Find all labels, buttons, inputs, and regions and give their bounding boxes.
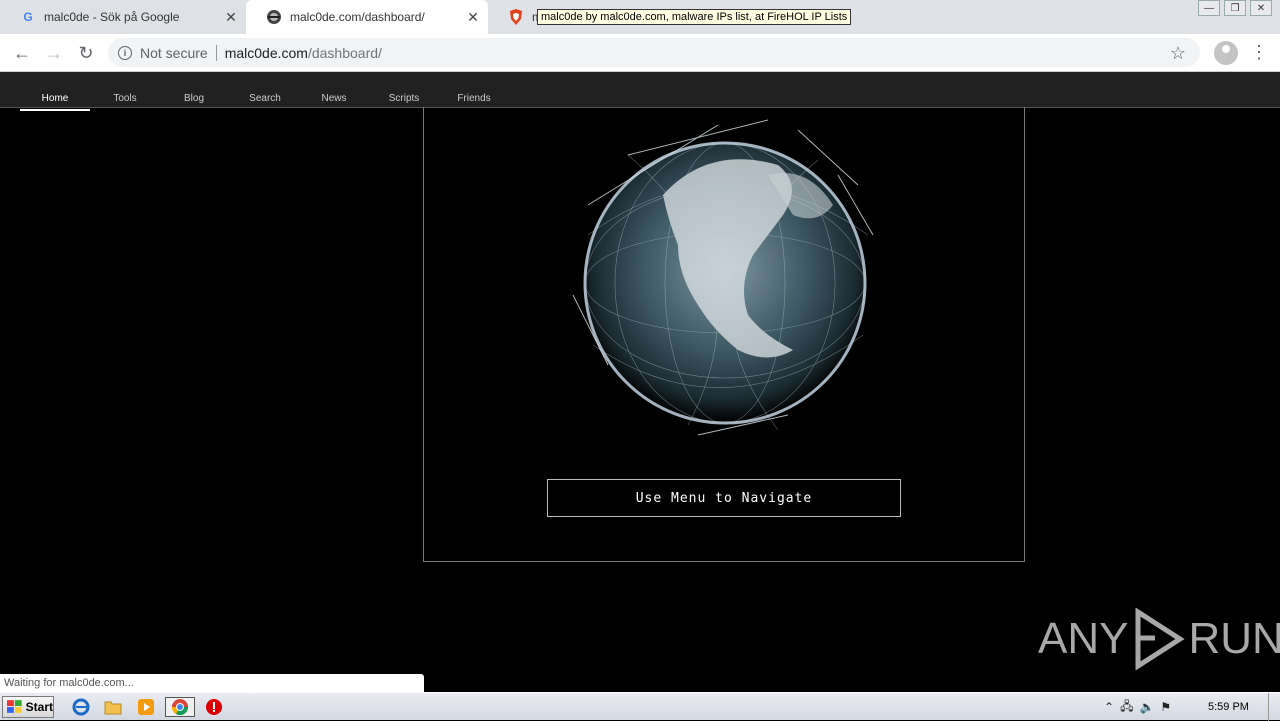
malc0de-icon	[266, 9, 282, 25]
close-icon[interactable]: ✕	[224, 10, 238, 24]
reload-icon[interactable]: ↻	[74, 42, 98, 64]
tab-strip: G malc0de - Sök på Google ✕ malc0de.com/…	[0, 0, 1280, 34]
flag-icon[interactable]: ⚑	[1160, 700, 1171, 714]
navigate-hint-box: Use Menu to Navigate	[547, 479, 901, 517]
clock[interactable]: 5:59 PM	[1208, 701, 1249, 713]
windows-logo-icon	[7, 700, 22, 713]
nav-friends[interactable]: Friends	[449, 93, 499, 104]
start-button[interactable]: Start	[2, 696, 54, 718]
tray-expand-icon[interactable]: ⌃	[1104, 700, 1114, 714]
google-icon: G	[23, 10, 33, 24]
brave-shield-icon	[508, 9, 524, 25]
window-controls: — ❐ ✕	[1198, 0, 1272, 16]
system-tray: ⌃ 🖧 🔈 ⚑	[1104, 693, 1171, 721]
blocked-app-icon[interactable]	[203, 697, 225, 717]
security-label[interactable]: Not secure	[140, 45, 208, 61]
anyrun-watermark: ANY RUN	[1038, 608, 1280, 670]
status-bubble: Waiting for malc0de.com...	[0, 674, 424, 692]
profile-avatar-icon[interactable]	[1214, 41, 1238, 65]
chrome-icon[interactable]	[165, 697, 195, 717]
nav-home[interactable]: Home	[20, 93, 90, 111]
taskbar: Start ⌃ 🖧 🔈 ⚑ 5:59 PM	[0, 692, 1280, 721]
tab-google-search[interactable]: G malc0de - Sök på Google ✕	[0, 0, 246, 34]
play-triangle-icon	[1135, 608, 1186, 670]
info-icon[interactable]: i	[118, 45, 132, 60]
watermark-left: ANY	[1038, 614, 1129, 663]
nav-blog[interactable]: Blog	[169, 93, 219, 104]
site-nav: Home Tools Blog Search News Scripts Frie…	[0, 72, 1280, 111]
start-label: Start	[25, 700, 53, 714]
close-icon[interactable]: ✕	[466, 10, 480, 24]
kebab-menu-icon[interactable]: ⋮	[1250, 42, 1268, 63]
browser-toolbar: ← → ↻ i Not secure malc0de.com/dashboard…	[0, 34, 1280, 72]
ie-icon[interactable]	[70, 697, 92, 717]
divider	[215, 44, 217, 61]
nav-search[interactable]: Search	[240, 93, 290, 104]
url-host[interactable]: malc0de.com	[225, 45, 308, 61]
folder-icon[interactable]	[102, 697, 124, 717]
nav-scripts[interactable]: Scripts	[379, 93, 429, 104]
globe-image	[572, 119, 874, 436]
tab-title: malc0de.com/dashboard/	[290, 10, 425, 24]
media-player-icon[interactable]	[135, 697, 157, 717]
close-window-icon[interactable]: ✕	[1250, 0, 1272, 16]
tab-dashboard[interactable]: malc0de.com/dashboard/ ✕	[246, 0, 488, 34]
minimize-icon[interactable]: —	[1198, 0, 1220, 16]
restore-icon[interactable]: ❐	[1224, 0, 1246, 16]
nav-news[interactable]: News	[309, 93, 359, 104]
network-icon[interactable]: 🖧	[1120, 697, 1133, 718]
address-bar[interactable]: i Not secure malc0de.com/dashboard/ ☆	[108, 38, 1200, 67]
nav-tools[interactable]: Tools	[100, 93, 150, 104]
watermark-right: RUN	[1188, 614, 1280, 663]
show-desktop-button[interactable]	[1268, 693, 1280, 721]
tab-tooltip: malc0de by malc0de.com, malware IPs list…	[537, 9, 852, 25]
bookmark-star-icon[interactable]: ☆	[1170, 43, 1186, 64]
tab-title: malc0de - Sök på Google	[44, 10, 180, 24]
volume-icon[interactable]: 🔈	[1139, 700, 1154, 714]
forward-icon[interactable]: →	[42, 42, 66, 64]
back-icon[interactable]: ←	[10, 42, 34, 64]
url-path[interactable]: /dashboard/	[308, 45, 382, 61]
